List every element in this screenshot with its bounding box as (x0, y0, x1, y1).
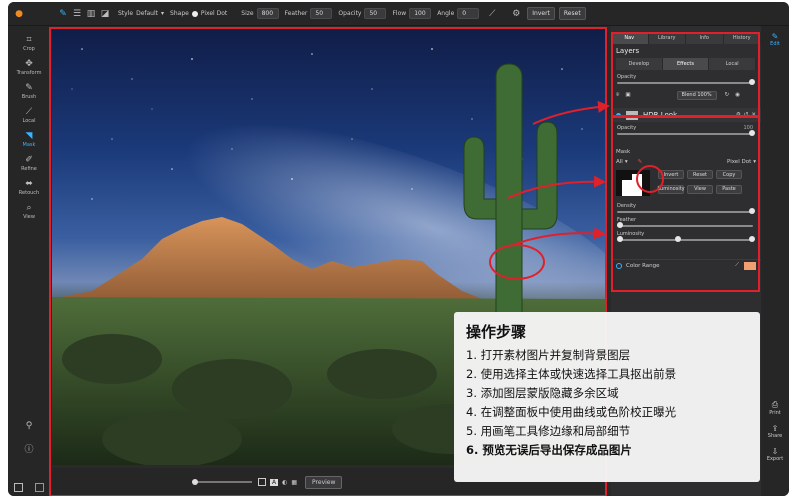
step-item: 4. 在调整面板中使用曲线或色阶校正曝光 (466, 405, 677, 419)
steps-list: 1. 打开素材图片并复制背景图层 2. 使用选择主体或快速选择工具抠出前景 3.… (466, 346, 748, 460)
step-item: 3. 添加图层蒙版隐藏多余区域 (466, 386, 619, 400)
steps-card: 操作步骤 1. 打开素材图片并复制背景图层 2. 使用选择主体或快速选择工具抠出… (454, 312, 760, 482)
step-item: 1. 打开素材图片并复制背景图层 (466, 348, 631, 362)
step-item: 2. 使用选择主体或快速选择工具抠出前景 (466, 367, 677, 381)
step-item: 6. 预览无误后导出保存成品图片 (466, 443, 632, 457)
step-item: 5. 用画笔工具修边缘和局部细节 (466, 424, 631, 438)
steps-title: 操作步骤 (466, 323, 527, 341)
